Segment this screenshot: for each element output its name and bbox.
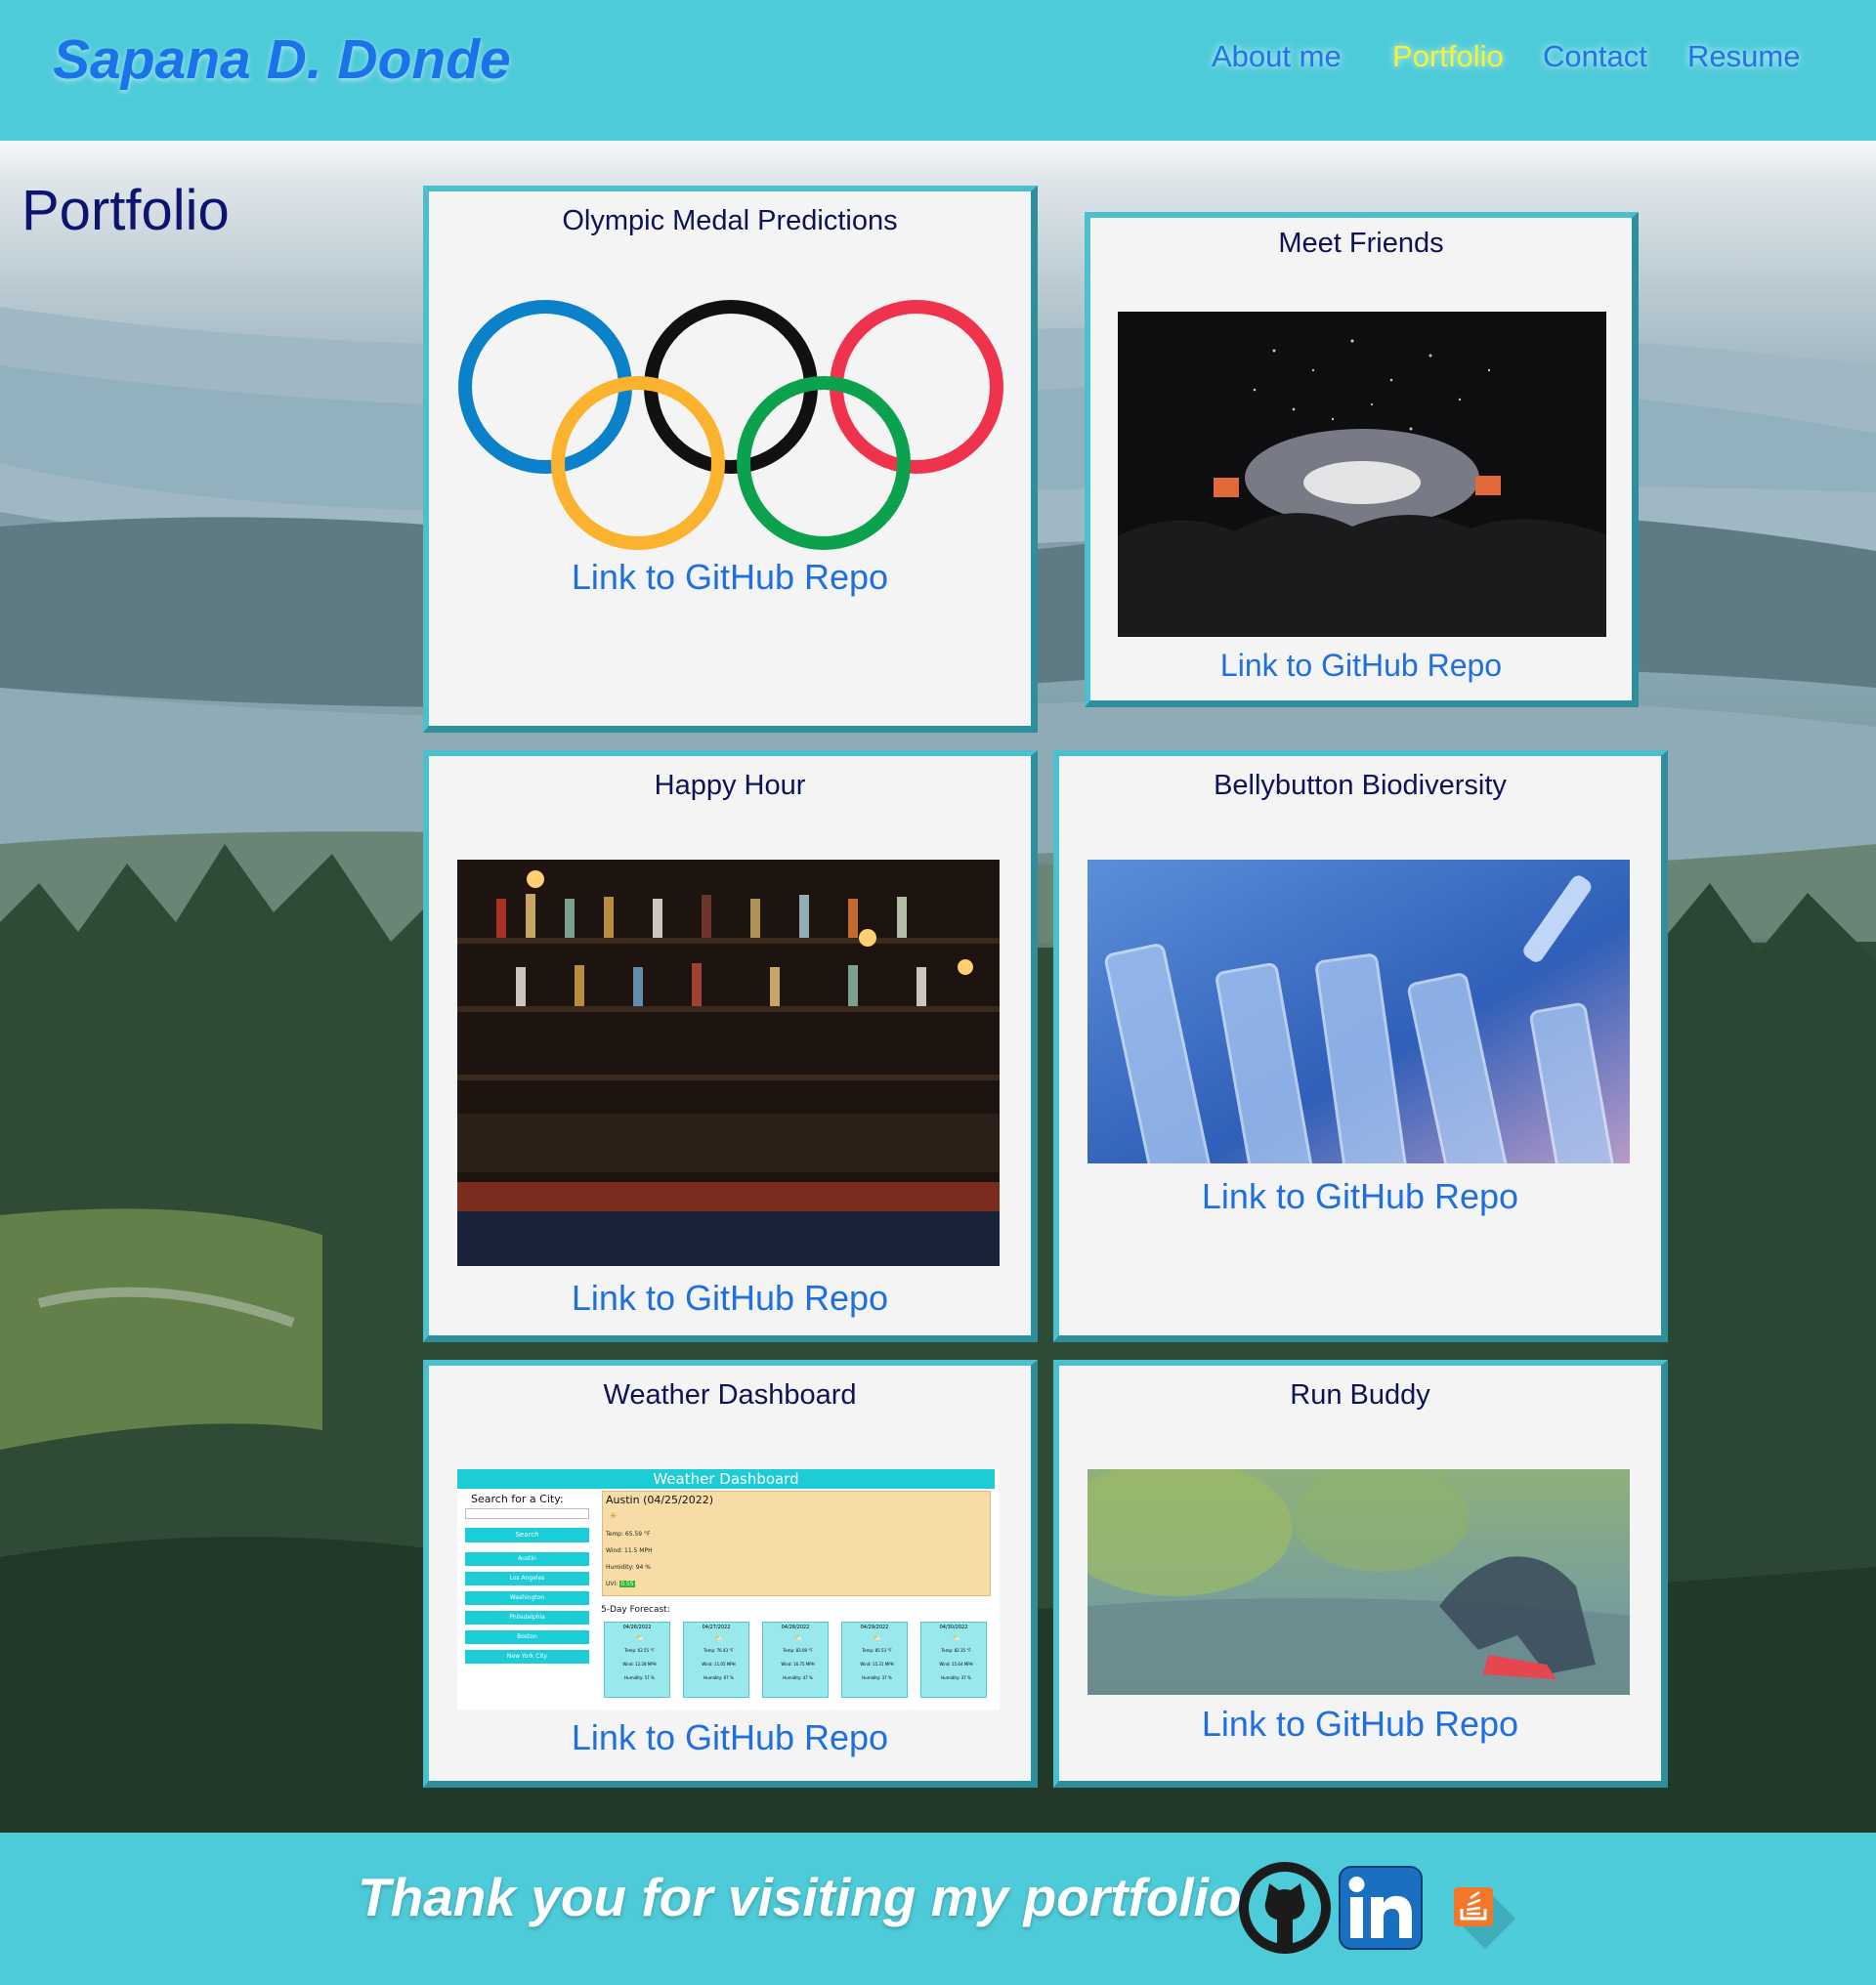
project-title: Weather Dashboard (603, 1379, 857, 1411)
forecast-weather-icon: ⛅ (635, 1634, 645, 1642)
forecast-weather-icon: ⛅ (952, 1634, 961, 1642)
nav-link-resume[interactable]: Resume (1687, 39, 1800, 74)
site-brand[interactable]: Sapana D. Donde (53, 27, 511, 92)
weather-uvi: UVI: 0.55 (606, 1581, 635, 1587)
weather-city-button: Boston (465, 1630, 589, 1644)
weather-city-button: New York City (465, 1650, 589, 1664)
weather-current-panel: Austin (04/25/2022) ☀ Temp: 65.59 °F Win… (602, 1491, 991, 1596)
forecast-weather-icon: ⛅ (873, 1634, 882, 1642)
weather-uvi-label: UVI: (606, 1581, 618, 1587)
site-header: Sapana D. Donde About me Portfolio Conta… (0, 0, 1876, 141)
weather-search-label: Search for a City: (471, 1493, 564, 1505)
project-card-happy-hour: Happy Hour Link to GitHub Repo (423, 750, 1038, 1342)
github-repo-link[interactable]: Link to GitHub Repo (429, 557, 1031, 598)
weather-forecast-label: 5-Day Forecast: (601, 1605, 670, 1615)
github-repo-link[interactable]: Link to GitHub Repo (1059, 1704, 1661, 1745)
forecast-wind: Wind: 12.28 MPH (622, 1662, 657, 1667)
forecast-temp: Temp: 63.55 °F (624, 1648, 655, 1653)
project-title: Run Buddy (1290, 1379, 1430, 1411)
project-title: Meet Friends (1278, 228, 1444, 259)
runner-image (1087, 1469, 1630, 1695)
forecast-temp: Temp: 76.43 °F (704, 1648, 734, 1653)
forecast-date: 04/28/2022 (781, 1625, 810, 1630)
forecast-card: 04/27/2022 ⛅ Temp: 76.43 °F Wind: 11.05 … (683, 1622, 749, 1698)
nav-link-about-me[interactable]: About me (1212, 39, 1342, 74)
forecast-humidity: Humidity: 67 % (704, 1675, 734, 1680)
forecast-weather-icon: ⛅ (714, 1634, 724, 1642)
weather-search-button: Search (465, 1528, 589, 1542)
weather-forecast-row: 04/26/2022 ⛅ Temp: 63.55 °F Wind: 12.28 … (604, 1622, 991, 1700)
forecast-date: 04/26/2022 (622, 1625, 652, 1630)
forecast-card: 04/29/2022 ⛅ Temp: 85.53 °F Wind: 15.31 … (841, 1622, 908, 1698)
forecast-wind: Wind: 15.31 MPH (860, 1662, 894, 1667)
github-repo-link[interactable]: Link to GitHub Repo (429, 1717, 1031, 1758)
site-footer: Thank you for visiting my portfolio! (0, 1833, 1876, 1985)
forecast-card: 04/26/2022 ⛅ Temp: 63.55 °F Wind: 12.28 … (604, 1622, 670, 1698)
forecast-humidity: Humidity: 37 % (862, 1675, 892, 1680)
forecast-humidity: Humidity: 57 % (624, 1675, 655, 1680)
concert-crowd-image (1118, 312, 1606, 637)
stackoverflow-icon[interactable] (1450, 1883, 1524, 1963)
olympic-rings-image (458, 300, 1003, 550)
forecast-humidity: Humidity: 47 % (783, 1675, 813, 1680)
project-title: Bellybutton Biodiversity (1214, 770, 1507, 801)
github-repo-link[interactable]: Link to GitHub Repo (1059, 1176, 1661, 1217)
github-repo-link[interactable]: Link to GitHub Repo (1090, 648, 1632, 684)
test-tubes-image (1087, 860, 1630, 1163)
nav-link-portfolio[interactable]: Portfolio (1392, 39, 1504, 74)
weather-current-line: Wind: 11.5 MPH (606, 1547, 653, 1554)
forecast-wind: Wind: 15.64 MPH (939, 1662, 973, 1667)
forecast-temp: Temp: 82.35 °F (941, 1648, 971, 1653)
forecast-temp: Temp: 83.09 °F (783, 1648, 813, 1653)
weather-city-button: Washington (465, 1591, 589, 1605)
forecast-wind: Wind: 16.75 MPH (781, 1662, 815, 1667)
footer-thanks: Thank you for visiting my portfolio! (358, 1867, 1259, 1927)
weather-city-button: Los Angeles (465, 1572, 589, 1585)
weather-city-button: Philadelphia (465, 1611, 589, 1625)
nav-link-contact[interactable]: Contact (1543, 39, 1647, 74)
github-repo-link[interactable]: Link to GitHub Repo (429, 1278, 1031, 1319)
forecast-date: 04/29/2022 (860, 1625, 889, 1630)
weather-search-input (465, 1508, 589, 1519)
forecast-date: 04/27/2022 (702, 1625, 731, 1630)
weather-uvi-value: 0.55 (619, 1581, 635, 1587)
forecast-card: 04/28/2022 ⛅ Temp: 83.09 °F Wind: 16.75 … (762, 1622, 829, 1698)
project-title: Happy Hour (654, 770, 806, 801)
project-title: Olympic Medal Predictions (562, 205, 898, 236)
weather-sun-icon: ☀ (609, 1511, 618, 1522)
project-card-run-buddy: Run Buddy Link to GitHub Repo (1053, 1360, 1668, 1788)
project-card-weather-dashboard: Weather Dashboard Weather Dashboard Sear… (423, 1360, 1038, 1788)
weather-city-button: Austin (465, 1552, 589, 1566)
page-title: Portfolio (21, 179, 230, 242)
weather-current-line: Humidity: 94 % (606, 1564, 651, 1571)
linkedin-icon[interactable] (1339, 1866, 1423, 1955)
forecast-card: 04/30/2022 ⛅ Temp: 82.35 °F Wind: 15.64 … (920, 1622, 987, 1698)
weather-current-line: Temp: 65.59 °F (606, 1531, 651, 1538)
forecast-temp: Temp: 85.53 °F (862, 1648, 892, 1653)
project-card-meet-friends: Meet Friends Link to GitHub Repo (1085, 212, 1639, 707)
forecast-wind: Wind: 11.05 MPH (702, 1662, 736, 1667)
project-card-olympic: Olympic Medal Predictions Link to GitHub… (423, 186, 1038, 733)
project-card-bellybutton: Bellybutton Biodiversity Link to GitHub … (1053, 750, 1668, 1342)
weather-current-title: Austin (04/25/2022) (606, 1494, 714, 1506)
bar-shelves-image (457, 860, 1000, 1266)
forecast-weather-icon: ⛅ (793, 1634, 803, 1642)
weather-city-list: Austin Los Angeles Washington Philadelph… (465, 1552, 589, 1669)
forecast-date: 04/30/2022 (939, 1625, 968, 1630)
weather-header: Weather Dashboard (457, 1469, 995, 1489)
github-icon[interactable] (1237, 1860, 1333, 1961)
forecast-humidity: Humidity: 37 % (941, 1675, 971, 1680)
weather-dashboard-screenshot: Weather Dashboard Search for a City: Sea… (457, 1469, 1000, 1710)
